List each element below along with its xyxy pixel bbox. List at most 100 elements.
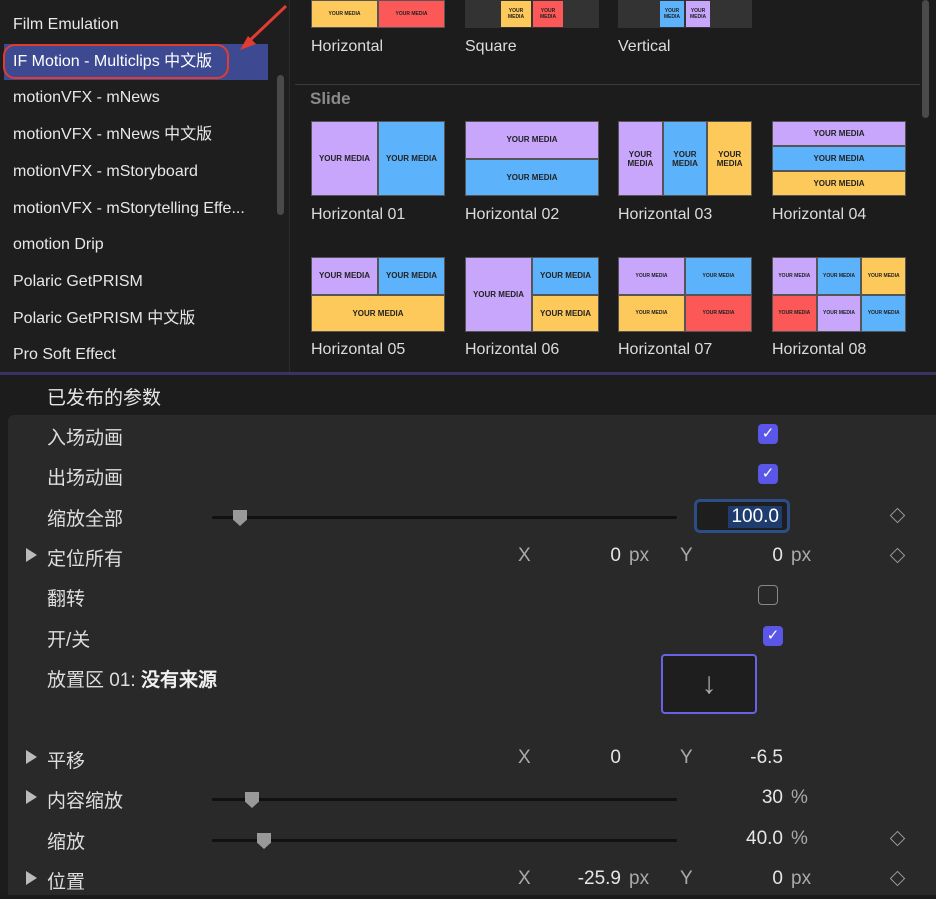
thumbnail-background — [565, 1, 598, 27]
unit: % — [791, 828, 808, 849]
keyframe-diamond-icon[interactable] — [889, 507, 906, 524]
slider-knob[interactable] — [245, 792, 259, 808]
y-value[interactable]: -6.5 — [728, 747, 783, 769]
effect-label[interactable]: Horizontal — [311, 38, 383, 56]
effect-label[interactable]: Horizontal 08 — [772, 341, 866, 359]
media-placeholder: YOUR MEDIA — [619, 258, 684, 294]
effect-thumbnail[interactable]: YOUR MEDIA YOUR MEDIA — [311, 121, 445, 196]
disclosure-triangle-icon[interactable] — [26, 548, 37, 562]
keyframe-diamond-icon[interactable] — [889, 870, 906, 887]
flip-checkbox[interactable] — [758, 585, 778, 605]
effect-thumbnail[interactable]: YOUR MEDIA YOUR MEDIA — [311, 0, 445, 28]
effect-thumbnail[interactable]: YOUR MEDIA YOUR MEDIA — [618, 0, 752, 28]
param-outro: 出场动画 ✓ — [8, 455, 936, 495]
effect-label[interactable]: Vertical — [618, 38, 670, 56]
media-placeholder: YOUR MEDIA — [862, 295, 905, 331]
dropzone-source: 没有来源 — [140, 670, 217, 691]
section-heading-slide: Slide — [310, 89, 351, 108]
content-scale-slider[interactable] — [212, 792, 677, 808]
x-unit: px — [629, 868, 650, 889]
effects-grid: Slide YOUR MEDIA YOUR MEDIA Horizontal 01 Y… — [295, 0, 920, 372]
published-parameters: 已发布的参数 入场动画 ✓ 出场动画 ✓ 缩放全部 100.0 定位所有 X 0… — [0, 375, 936, 895]
x-value[interactable]: -25.9 — [556, 868, 621, 890]
red-arrow-annotation — [240, 4, 288, 50]
media-placeholder: YOUR MEDIA — [862, 258, 905, 294]
effect-label[interactable]: Square — [465, 38, 517, 56]
param-label: 定位所有 — [47, 549, 124, 570]
sidebar-item[interactable]: motionVFX - mStorytelling Effe... — [4, 191, 268, 227]
y-label: Y — [680, 747, 693, 768]
effect-thumbnail[interactable]: YOUR MEDIA YOUR MEDIA — [465, 121, 599, 196]
media-placeholder: YOUR MEDIA — [773, 147, 905, 170]
effect-label[interactable]: Horizontal 05 — [311, 341, 405, 359]
effect-thumbnail[interactable]: YOUR MEDIA YOUR MEDIA YOUR MEDIA — [311, 257, 445, 332]
effect-thumbnail[interactable]: YOUR MEDIA YOUR MEDIA YOUR MEDIA — [465, 257, 599, 332]
content-scale-value[interactable]: 30 — [728, 787, 783, 809]
param-label: 位置 — [47, 872, 86, 893]
media-placeholder: YOUR MEDIA — [685, 1, 711, 27]
param-label: 缩放 — [47, 832, 86, 853]
param-label: 放置区 01: 没有来源 — [47, 665, 217, 692]
grid-scrollbar[interactable] — [922, 0, 929, 118]
media-placeholder: YOUR MEDIA — [379, 1, 444, 27]
effect-label[interactable]: Horizontal 07 — [618, 341, 712, 359]
effect-label[interactable]: Horizontal 01 — [311, 206, 405, 224]
media-placeholder: YOUR MEDIA — [533, 1, 563, 27]
slider-knob[interactable] — [257, 833, 271, 849]
scale-all-value[interactable]: 100.0 — [728, 506, 782, 528]
effect-thumbnail[interactable]: YOUR MEDIA YOUR MEDIA YOUR MEDIA — [772, 121, 906, 196]
disclosure-triangle-icon[interactable] — [26, 871, 37, 885]
sidebar-item[interactable]: Pro Soft Effect — [4, 337, 268, 373]
sidebar-item[interactable]: Polaric GetPRISM — [4, 264, 268, 300]
media-placeholder: YOUR MEDIA — [533, 258, 598, 294]
sidebar-item[interactable]: motionVFX - mNews — [4, 80, 268, 116]
x-value[interactable]: 0 — [568, 545, 621, 567]
slider-knob[interactable] — [233, 510, 247, 526]
dropzone-well[interactable]: ↓ — [661, 654, 757, 714]
x-label: X — [518, 545, 531, 566]
dropzone-label: 放置区 01: — [47, 670, 136, 691]
effect-label[interactable]: Horizontal 02 — [465, 206, 559, 224]
media-placeholder: YOUR MEDIA — [466, 122, 598, 158]
param-flip: 翻转 — [8, 576, 936, 616]
intro-checkbox[interactable]: ✓ — [758, 424, 778, 444]
disclosure-triangle-icon[interactable] — [26, 750, 37, 764]
keyframe-diamond-icon[interactable] — [889, 830, 906, 847]
parameter-panel: 入场动画 ✓ 出场动画 ✓ 缩放全部 100.0 定位所有 X 0 px Y 0… — [8, 415, 936, 895]
effect-thumbnail[interactable]: YOUR MEDIA YOUR MEDIA YOUR MEDIA — [618, 121, 752, 196]
effect-label[interactable]: Horizontal 03 — [618, 206, 712, 224]
sidebar-scrollbar[interactable] — [277, 75, 284, 215]
disclosure-triangle-icon[interactable] — [26, 790, 37, 804]
sidebar-item[interactable]: motionVFX - mStoryboard — [4, 154, 268, 190]
media-placeholder: YOUR MEDIA — [773, 258, 816, 294]
media-placeholder: YOUR MEDIA — [708, 122, 751, 195]
section-divider — [295, 84, 920, 85]
scale-slider[interactable] — [212, 833, 677, 849]
keyframe-diamond-icon[interactable] — [889, 547, 906, 564]
effect-thumbnail[interactable]: YOUR MEDIA YOUR MEDIA — [465, 0, 599, 28]
sidebar-item[interactable]: motionVFX - mNews 中文版 — [4, 117, 268, 153]
effect-label[interactable]: Horizontal 06 — [465, 341, 559, 359]
effect-thumbnail[interactable]: YOUR MEDIA YOUR MEDIA YOUR MEDIA YOUR MEDIA — [618, 257, 752, 332]
onoff-checkbox[interactable]: ✓ — [763, 626, 783, 646]
y-value[interactable]: 0 — [728, 545, 783, 567]
outro-checkbox[interactable]: ✓ — [758, 464, 778, 484]
effect-label[interactable]: Horizontal 04 — [772, 206, 866, 224]
scale-all-slider[interactable] — [212, 510, 677, 526]
y-value[interactable]: 0 — [728, 868, 783, 890]
arrow-down-icon: ↓ — [701, 667, 717, 700]
sidebar-item[interactable]: Polaric GetPRISM 中文版 — [4, 301, 268, 337]
x-unit: px — [629, 545, 650, 566]
media-placeholder: YOUR MEDIA — [817, 295, 861, 331]
x-value[interactable]: 0 — [568, 747, 621, 769]
effect-thumbnail[interactable]: YOUR MEDIA YOUR MEDIA YOUR MEDIA YOUR MEDIA… — [772, 257, 906, 332]
media-placeholder: YOUR MEDIA — [312, 122, 377, 195]
scale-value[interactable]: 40.0 — [728, 828, 783, 850]
param-scale-all: 缩放全部 100.0 — [8, 496, 936, 536]
y-label: Y — [680, 868, 693, 889]
sidebar-item[interactable]: Film Emulation — [4, 7, 268, 43]
sidebar-item[interactable]: omotion Drip — [4, 227, 268, 263]
media-placeholder: YOUR MEDIA — [686, 258, 751, 294]
scale-all-input[interactable]: 100.0 — [694, 499, 790, 533]
param-scale: 缩放 40.0 % — [8, 819, 936, 859]
